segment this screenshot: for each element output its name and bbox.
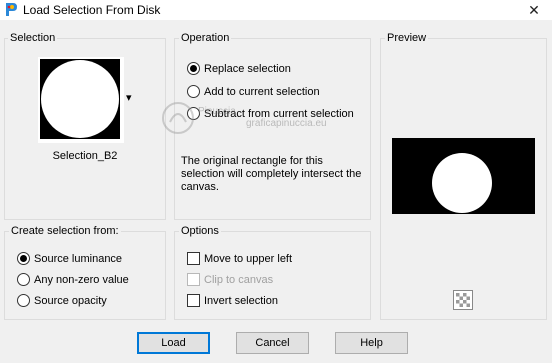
radio-button[interactable]: [17, 273, 30, 286]
radio-button[interactable]: [187, 62, 200, 75]
checkbox-label: Move to upper left: [204, 253, 293, 265]
selection-group: Selection ▾ Selection_B2: [4, 31, 166, 220]
close-button[interactable]: ✕: [516, 0, 552, 20]
preview-image: [392, 138, 535, 214]
operation-group: Operation Replace selection Add to curre…: [174, 31, 371, 220]
preview-group-title: Preview: [385, 31, 429, 45]
help-button[interactable]: Help: [335, 332, 408, 354]
options-group: Options Move to upper left Clip to canva…: [174, 224, 371, 320]
watermark-subtext: graficapinuccia.eu: [246, 118, 327, 129]
selection-group-title: Selection: [8, 31, 58, 45]
checkbox[interactable]: [187, 252, 200, 265]
radio-label: Add to current selection: [204, 86, 320, 98]
window-title: Load Selection From Disk: [23, 3, 161, 17]
watermark-logo: [162, 102, 194, 134]
transparency-toggle-icon[interactable]: [453, 290, 473, 310]
checkbox-label: Clip to canvas: [204, 274, 274, 286]
checkbox-label: Invert selection: [204, 295, 278, 307]
radio-button[interactable]: [17, 252, 30, 265]
radio-button[interactable]: [187, 85, 200, 98]
radio-button[interactable]: [17, 294, 30, 307]
selection-thumbnail[interactable]: [38, 57, 124, 143]
options-group-title: Options: [179, 224, 221, 238]
operation-description: The original rectangle for this selectio…: [181, 155, 362, 193]
watermark-text: Pinuccia: [198, 106, 236, 117]
create-selection-group: Create selection from: Source luminance …: [4, 224, 166, 320]
chevron-down-icon[interactable]: ▾: [126, 91, 132, 104]
radio-label: Source opacity: [34, 295, 107, 307]
checkbox: [187, 273, 200, 286]
radio-label: Source luminance: [34, 253, 123, 265]
create-group-title: Create selection from:: [9, 224, 121, 238]
load-button[interactable]: Load: [137, 332, 210, 354]
app-icon: [4, 2, 18, 17]
title-bar: Load Selection From Disk ✕: [0, 0, 552, 20]
operation-group-title: Operation: [179, 31, 232, 45]
cancel-button[interactable]: Cancel: [236, 332, 309, 354]
checkbox[interactable]: [187, 294, 200, 307]
radio-label: Any non-zero value: [34, 274, 129, 286]
selection-file-name: Selection_B2: [52, 150, 118, 162]
radio-label: Replace selection: [204, 63, 291, 75]
preview-group: Preview: [380, 31, 547, 320]
